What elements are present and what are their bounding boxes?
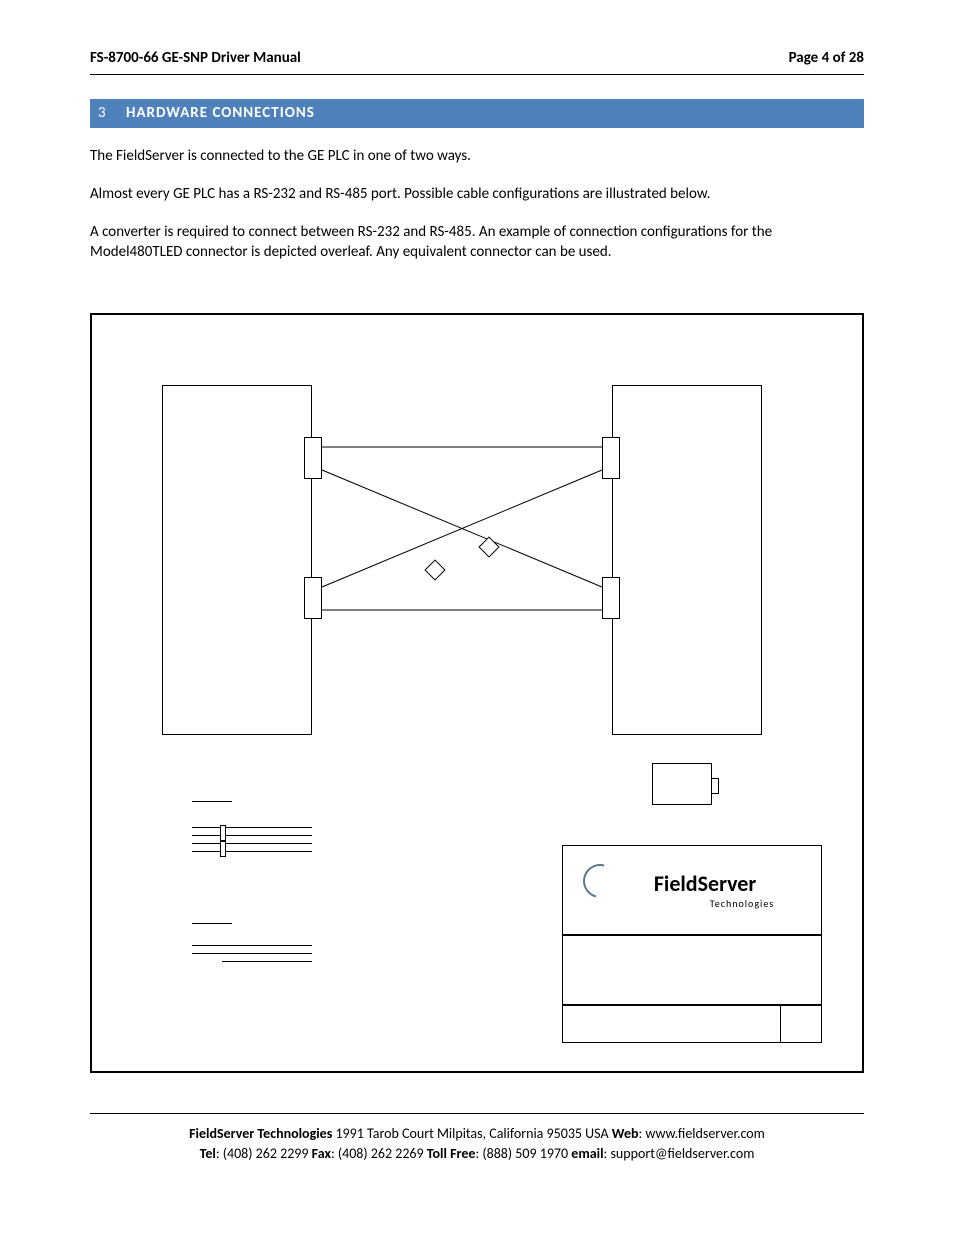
paragraph: The FieldServer is connected to the GE P… — [90, 146, 864, 166]
page-footer: FieldServer Technologies 1991 Tarob Cour… — [90, 1113, 864, 1165]
section-number: 3 — [98, 103, 126, 123]
diagram-port — [602, 437, 620, 479]
fieldserver-logo-icon — [577, 857, 623, 903]
diagram-detail-group — [192, 945, 312, 969]
diagram-detail-line — [192, 801, 232, 802]
paragraph: A converter is required to connect betwe… — [90, 222, 864, 263]
page-number: Page 4 of 28 — [789, 48, 864, 68]
section-title: HARDWARE CONNECTIONS — [126, 103, 315, 123]
diagram-panel — [562, 935, 822, 1005]
footer-company: FieldServer Technologies — [189, 1125, 332, 1142]
footer-line: FieldServer Technologies 1991 Tarob Cour… — [90, 1124, 864, 1144]
doc-title: FS-8700-66 GE-SNP Driver Manual — [90, 48, 301, 68]
logo-panel: FieldServer Technologies — [562, 845, 822, 935]
logo-text: FieldServer — [654, 869, 756, 899]
diagram-box-left — [162, 385, 312, 735]
diagram-panel — [562, 1005, 822, 1043]
diagram-port — [602, 577, 620, 619]
diagram-tick — [220, 825, 226, 841]
diagram-small-box — [652, 763, 712, 805]
logo-subtext: Technologies — [710, 897, 774, 911]
hardware-diagram: FieldServer Technologies — [90, 313, 864, 1073]
body-text: The FieldServer is connected to the GE P… — [90, 146, 864, 263]
footer-line: Tel: (408) 262 2299 Fax: (408) 262 2269 … — [90, 1144, 864, 1164]
page-header: FS-8700-66 GE-SNP Driver Manual Page 4 o… — [90, 48, 864, 75]
section-heading-bar: 3 HARDWARE CONNECTIONS — [90, 99, 864, 127]
diagram-port — [304, 577, 322, 619]
diagram-port — [304, 437, 322, 479]
paragraph: Almost every GE PLC has a RS-232 and RS-… — [90, 184, 864, 204]
diagram-detail-group — [192, 827, 312, 859]
diagram-tick — [220, 841, 226, 857]
diagram-detail-line — [192, 923, 232, 924]
diagram-box-right — [612, 385, 762, 735]
